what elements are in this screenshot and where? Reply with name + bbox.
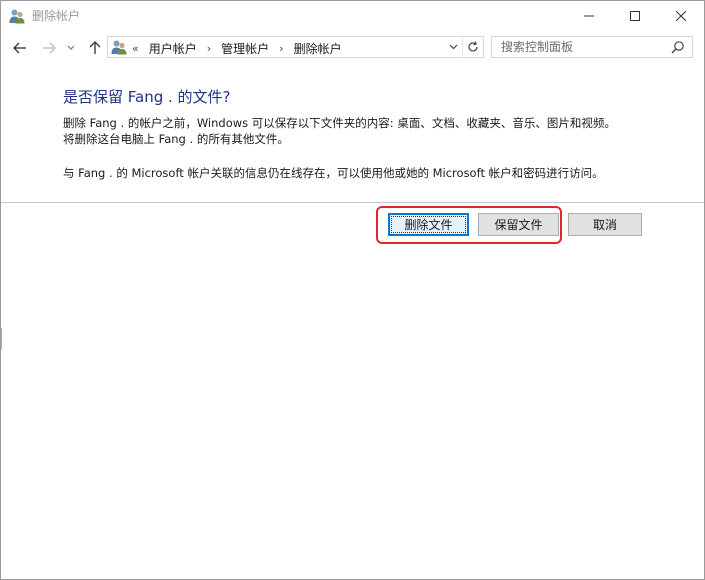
recent-locations-button[interactable] [64,38,78,58]
keep-files-button[interactable]: 保留文件 [478,213,559,236]
description-line-1: 删除 Fang . 的帐户之前，Windows 可以保存以下文件夹的内容: 桌面… [63,116,616,130]
user-accounts-icon [9,9,25,24]
minimize-icon [584,15,594,17]
minimize-button[interactable] [566,1,612,31]
microsoft-account-note: 与 Fang . 的 Microsoft 帐户关联的信息仍在线存在，可以使用他或… [63,166,604,180]
up-button[interactable] [85,38,105,58]
chevron-down-icon [449,44,457,50]
cancel-label: 取消 [592,218,617,232]
title-bar: 删除帐户 [1,1,704,31]
breadcrumb-separator[interactable]: › [279,42,283,55]
close-button[interactable] [658,1,704,31]
arrow-right-icon [43,42,56,54]
forward-button[interactable] [39,38,59,58]
search-input[interactable] [492,37,667,57]
arrow-up-icon [89,41,101,54]
page-title: 是否保留 Fang . 的文件? [63,88,231,106]
keep-files-label: 保留文件 [494,218,543,232]
close-icon [676,11,686,21]
breadcrumb-separator[interactable]: › [207,42,211,55]
breadcrumb-item-user-accounts[interactable]: 用户帐户 [149,40,197,57]
maximize-button[interactable] [612,1,658,31]
chevron-down-icon [67,45,75,50]
breadcrumb: « 用户帐户 › 管理帐户 › 删除帐户 [132,40,342,56]
window-edge-mark [1,328,2,350]
navigation-bar: « 用户帐户 › 管理帐户 › 删除帐户 [1,31,704,65]
arrow-left-icon [13,42,26,54]
search-icon[interactable] [671,40,685,54]
search-box[interactable] [491,36,693,58]
breadcrumb-item-manage-accounts[interactable]: 管理帐户 [221,40,269,57]
refresh-icon [468,41,478,52]
delete-files-button[interactable]: 删除文件 [388,213,469,236]
description-line-2: 将删除这台电脑上 Fang . 的所有其他文件。 [63,132,289,146]
back-button[interactable] [10,38,30,58]
breadcrumb-overflow[interactable]: « [132,42,139,55]
address-bar[interactable]: « 用户帐户 › 管理帐户 › 删除帐户 [107,36,484,58]
user-accounts-icon [111,40,127,55]
breadcrumb-item-delete-account[interactable]: 删除帐户 [294,40,342,57]
window-title: 删除帐户 [32,9,81,23]
maximize-icon [630,11,640,21]
cancel-button[interactable]: 取消 [568,213,642,236]
address-dropdown-button[interactable] [446,40,460,54]
delete-account-window: 删除帐户 « 用户帐户 › 管理帐户 › 删除帐户 搜索控制面板 是否保留 Fa… [0,0,705,580]
divider [1,202,704,203]
delete-files-label: 删除文件 [404,218,453,232]
refresh-button[interactable] [462,37,483,57]
